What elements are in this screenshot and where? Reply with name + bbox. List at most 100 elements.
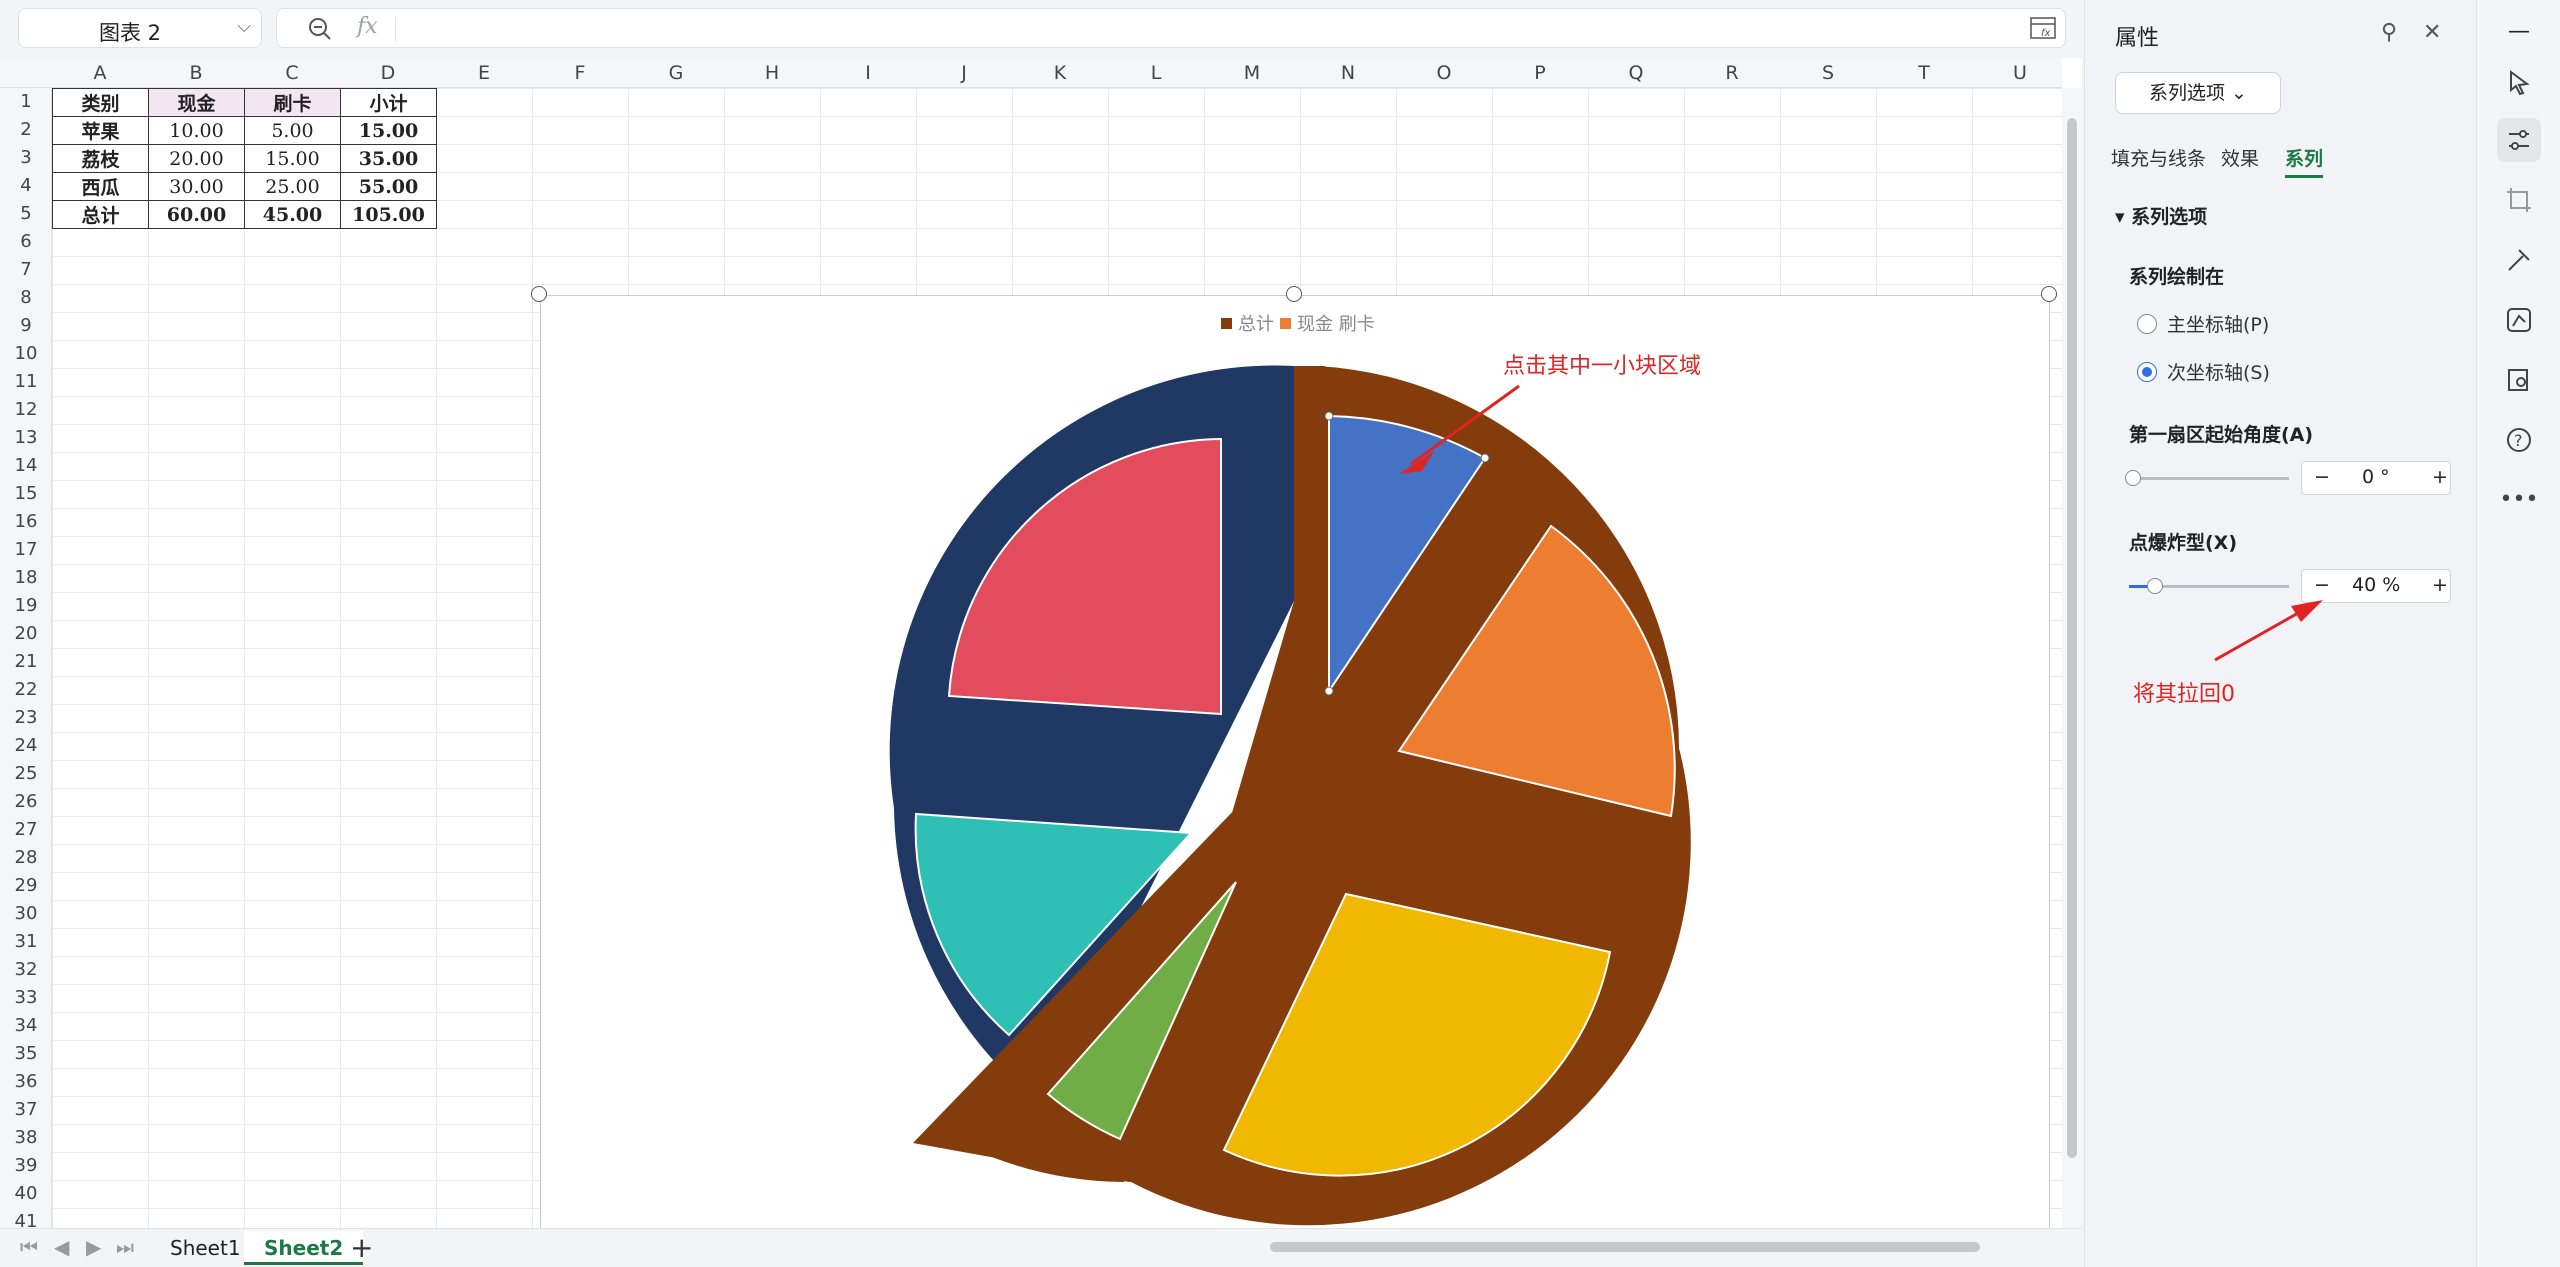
last-sheet-icon[interactable]: ⏭ [116,1235,134,1259]
pin-icon[interactable]: ⚲ [2381,20,2397,45]
chart-plot[interactable] [541,296,2051,1228]
radio-primary-axis[interactable]: 主坐标轴(P) [2137,310,2269,337]
table-cell[interactable]: 类别 [52,88,149,117]
column-header[interactable]: G [628,58,724,88]
row-header[interactable]: 9 [0,312,52,340]
row-header[interactable]: 20 [0,620,52,648]
row-header[interactable]: 21 [0,648,52,676]
table-cell[interactable]: 10.00 [148,116,245,145]
row-header[interactable]: 41 [0,1208,52,1228]
column-header[interactable]: T [1876,58,1972,88]
row-header[interactable]: 4 [0,172,52,200]
resize-handle-ne[interactable] [2041,286,2057,302]
row-header[interactable]: 32 [0,956,52,984]
radio-button[interactable] [2137,361,2157,382]
column-header[interactable]: F [532,58,628,88]
chevron-down-icon[interactable]: ⌵ [237,16,251,37]
fx-icon[interactable]: fx [357,14,378,39]
table-row[interactable]: 荔枝 20.00 15.00 35.00 [52,144,437,173]
add-sheet-icon[interactable]: + [350,1231,373,1264]
row-header[interactable]: 35 [0,1040,52,1068]
column-header[interactable]: K [1012,58,1108,88]
row-header[interactable]: 36 [0,1068,52,1096]
table-cell[interactable]: 荔枝 [52,144,149,173]
row-header[interactable]: 2 [0,116,52,144]
column-header[interactable]: H [724,58,820,88]
row-header[interactable]: 1 [0,88,52,116]
chart-style-icon[interactable] [2497,298,2541,342]
table-cell[interactable]: 45.00 [244,200,341,229]
zoom-icon[interactable] [307,16,333,42]
radio-button[interactable] [2137,313,2157,334]
table-row[interactable]: 类别 现金 刷卡 小计 [52,88,437,117]
column-header[interactable]: Q [1588,58,1684,88]
column-header[interactable]: E [436,58,532,88]
help-icon[interactable]: ? [2497,418,2541,462]
table-cell[interactable]: 60.00 [148,200,245,229]
formula-input[interactable]: fx fx [276,8,2066,48]
row-header[interactable]: 38 [0,1124,52,1152]
table-cell[interactable]: 30.00 [148,172,245,201]
book-search-icon[interactable] [2497,358,2541,402]
row-header[interactable]: 3 [0,144,52,172]
row-header[interactable]: 13 [0,424,52,452]
crop-icon[interactable] [2497,178,2541,222]
column-headers[interactable]: ABCDEFGHIJKLMNOPQRSTU [0,58,2062,88]
row-header[interactable]: 6 [0,228,52,256]
table-cell[interactable]: 小计 [340,88,437,117]
column-header[interactable]: P [1492,58,1588,88]
more-icon[interactable]: ••• [2497,478,2541,522]
row-header[interactable]: 34 [0,1012,52,1040]
column-header[interactable]: B [148,58,244,88]
row-header[interactable]: 30 [0,900,52,928]
first-sheet-icon[interactable]: ⏮ [20,1235,38,1259]
row-header[interactable]: 28 [0,844,52,872]
minimize-icon[interactable]: — [2497,10,2541,54]
tab-fill-line[interactable]: 填充与线条 [2111,144,2206,171]
column-header[interactable]: J [916,58,1012,88]
plus-icon[interactable]: + [2432,466,2448,488]
vertical-scrollbar[interactable] [2062,88,2082,1228]
column-header[interactable]: A [52,58,148,88]
row-header[interactable]: 24 [0,732,52,760]
column-header[interactable]: S [1780,58,1876,88]
panel-title[interactable]: 属性 [2115,20,2159,52]
select-cursor-icon[interactable] [2497,60,2541,104]
column-header[interactable]: N [1300,58,1396,88]
table-cell[interactable]: 105.00 [340,200,437,229]
row-header[interactable]: 14 [0,452,52,480]
row-header[interactable]: 19 [0,592,52,620]
column-header[interactable]: I [820,58,916,88]
row-header[interactable]: 27 [0,816,52,844]
tab-sheet2[interactable]: Sheet2 [244,1231,364,1265]
row-header[interactable]: 10 [0,340,52,368]
row-header[interactable]: 16 [0,508,52,536]
row-header[interactable]: 17 [0,536,52,564]
pie-chart[interactable]: 总计 现金 刷卡 点击其中一小块区域 [540,295,2050,1228]
table-cell[interactable]: 刷卡 [244,88,341,117]
table-cell[interactable]: 苹果 [52,116,149,145]
resize-handle-n[interactable] [1286,286,1302,302]
row-header[interactable]: 40 [0,1180,52,1208]
insert-function-icon[interactable]: fx [2029,15,2057,41]
column-header[interactable]: M [1204,58,1300,88]
table-cell[interactable]: 15.00 [340,116,437,145]
name-box[interactable]: 图表 2 ⌵ [18,8,262,48]
row-headers[interactable]: 1 2 3 4 5 6 7 8 9 10 11 12 13 14 15 16 17 18 19 20 21 22 23 24 2… [0,88,52,1228]
row-header[interactable]: 29 [0,872,52,900]
column-header[interactable]: R [1684,58,1780,88]
table-cell[interactable]: 15.00 [244,144,341,173]
minus-icon[interactable]: − [2314,466,2330,488]
column-header[interactable]: L [1108,58,1204,88]
table-cell[interactable]: 20.00 [148,144,245,173]
column-header[interactable]: D [340,58,436,88]
row-header[interactable]: 7 [0,256,52,284]
table-row[interactable]: 总计 60.00 45.00 105.00 [52,200,437,229]
table-cell[interactable]: 55.00 [340,172,437,201]
tab-series[interactable]: 系列 [2285,144,2324,178]
row-header[interactable]: 5 [0,200,52,228]
row-header[interactable]: 8 [0,284,52,312]
row-header[interactable]: 18 [0,564,52,592]
first-angle-slider[interactable] [2125,470,2289,486]
prev-sheet-icon[interactable]: ◀ [54,1235,69,1259]
